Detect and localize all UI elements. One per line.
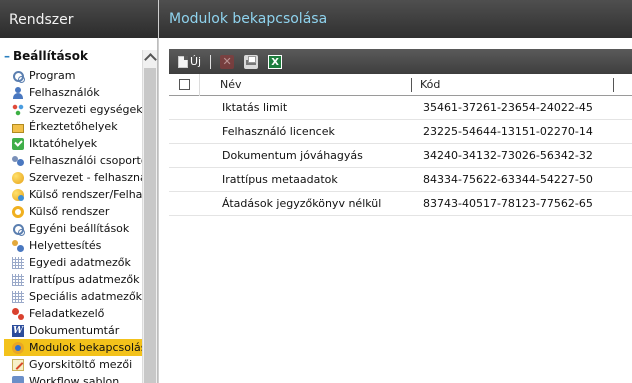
table-row[interactable]: Iktatás limit 35461-37261-23654-24022-45	[169, 96, 632, 120]
sidebar-item-org-units[interactable]: Szervezeti egységek	[12, 101, 142, 118]
sidebar-item-label: Felhasználók	[29, 86, 100, 99]
sidebar-item-external-system-user[interactable]: Külső rendszer/Felhasz	[12, 186, 142, 203]
row-code: 83743-40517-78123-77562-65	[423, 197, 593, 210]
row-name: Átadások jegyzőkönyv nélkül	[222, 197, 382, 210]
sidebar-item-label: Külső rendszer	[29, 205, 110, 218]
toolbar-separator	[210, 54, 212, 69]
sidebar: – Beállítások Program Felhasználók Szerve…	[0, 38, 158, 383]
inbox-icon	[12, 123, 24, 133]
row-code: 35461-37261-23654-24022-45	[423, 101, 593, 114]
sidebar-item-label: Program	[29, 69, 76, 82]
sidebar-section-settings[interactable]: – Beállítások	[4, 49, 88, 63]
page-title: Modulok bekapcsolása	[159, 0, 632, 38]
sidebar-item-label: Egyedi adatmezők	[29, 256, 131, 269]
toolbar: Új ✕ X	[169, 49, 632, 74]
print-icon[interactable]	[244, 54, 259, 69]
select-all-cell	[169, 73, 200, 96]
table-row[interactable]: Irattípus metaadatok 84334-75622-63344-54…	[169, 168, 632, 192]
sidebar-item-label: Szervezeti egységek	[29, 103, 142, 116]
table-body: Iktatás limit 35461-37261-23654-24022-45 …	[169, 96, 632, 216]
excel-export-icon[interactable]: X	[268, 54, 283, 69]
sidebar-item-program[interactable]: Program	[12, 67, 142, 84]
new-button-label: Új	[190, 55, 202, 68]
sidebar-item-personal-settings[interactable]: Egyéni beállítások	[12, 220, 142, 237]
sidebar-item-label: Iktatóhelyek	[29, 137, 98, 150]
sidebar-item-label: Helyettesítés	[29, 239, 102, 252]
table-row[interactable]: Átadások jegyzőkönyv nélkül 83743-40517-7…	[169, 192, 632, 216]
key-icon	[12, 341, 24, 354]
sidebar-item-label: Egyéni beállítások	[29, 222, 130, 235]
ring-icon	[12, 205, 24, 218]
grid-icon	[12, 273, 24, 286]
sidebar-item-label: Gyorskitöltő mezői	[29, 358, 133, 371]
table-header: Név Kód	[169, 73, 632, 96]
user-icon	[12, 86, 24, 99]
grid-icon	[12, 290, 24, 303]
word-icon: W	[12, 324, 24, 337]
sidebar-item-label: Feladatkezelő	[29, 307, 105, 320]
org-icon	[12, 103, 24, 116]
sidebar-item-task-manager[interactable]: Feladatkezelő	[12, 305, 142, 322]
sidebar-item-label: Workflow sablon	[29, 375, 120, 383]
new-button[interactable]: Új	[178, 55, 201, 68]
pencil-icon	[12, 358, 24, 371]
sidebar-item-substitution[interactable]: Helyettesítés	[12, 237, 142, 254]
sidebar-list: Program Felhasználók Szervezeti egységek…	[4, 67, 142, 383]
sidebar-item-label: Modulok bekapcsolása	[29, 341, 142, 354]
table-row[interactable]: Felhasználó licencek 23225-54644-13151-02…	[169, 120, 632, 144]
sidebar-item-label: Speciális adatmezők	[29, 290, 142, 303]
panel-divider	[158, 0, 159, 383]
sidebar-item-org-user[interactable]: Szervezet - felhasználó	[12, 169, 142, 186]
collapse-icon[interactable]: –	[4, 49, 10, 63]
sidebar-item-workflow-template[interactable]: Workflow sablon	[12, 373, 142, 383]
app-title: Rendszer	[0, 0, 158, 38]
column-header-code[interactable]: Kód	[412, 77, 614, 92]
column-header-name[interactable]: Név	[200, 77, 412, 92]
row-name: Iktatás limit	[222, 101, 288, 114]
globe-icon	[12, 171, 24, 184]
sidebar-item-external-system[interactable]: Külső rendszer	[12, 203, 142, 220]
gear-icon	[12, 70, 25, 83]
scroll-up-icon[interactable]	[143, 50, 158, 66]
sidebar-item-label: Felhasználói csoportok	[29, 154, 142, 167]
sidebar-item-doctype-fields[interactable]: Irattípus adatmezők	[12, 271, 142, 288]
globe-user-icon	[12, 188, 24, 201]
people-icon	[12, 239, 24, 252]
row-code: 23225-54644-13151-02270-14	[423, 125, 593, 138]
sidebar-section-label: Beállítások	[13, 49, 88, 63]
sidebar-item-label: Érkeztetőhelyek	[29, 120, 118, 133]
sidebar-item-label: Dokumentumtár	[29, 324, 120, 337]
sidebar-item-label: Szervezet - felhasználó	[29, 171, 142, 184]
sidebar-item-quickfill-fields[interactable]: Gyorskitöltő mezői	[12, 356, 142, 373]
row-code: 84334-75622-63344-54227-50	[423, 173, 593, 186]
sidebar-item-custom-fields[interactable]: Egyedi adatmezők	[12, 254, 142, 271]
check-icon	[12, 137, 24, 150]
sidebar-item-label: Irattípus adatmezők	[29, 273, 140, 286]
grid-icon	[12, 256, 24, 269]
sidebar-scrollbar[interactable]	[142, 50, 157, 383]
table-row[interactable]: Dokumentum jóváhagyás 34240-34132-73026-5…	[169, 144, 632, 168]
delete-icon[interactable]: ✕	[220, 54, 235, 69]
new-document-icon	[178, 55, 188, 68]
sidebar-item-users[interactable]: Felhasználók	[12, 84, 142, 101]
tasks-icon	[12, 307, 24, 320]
sidebar-item-module-activation[interactable]: Modulok bekapcsolása	[4, 339, 142, 356]
scrollbar-thumb[interactable]	[144, 68, 156, 383]
sidebar-item-filing-points[interactable]: Iktatóhelyek	[12, 135, 142, 152]
sidebar-item-document-store[interactable]: W Dokumentumtár	[12, 322, 142, 339]
gear-icon	[12, 223, 25, 236]
row-name: Irattípus metaadatok	[222, 173, 338, 186]
flow-icon	[12, 375, 24, 383]
group-icon	[12, 155, 24, 167]
sidebar-item-special-fields[interactable]: Speciális adatmezők	[12, 288, 142, 305]
app-window: Rendszer Modulok bekapcsolása – Beállítás…	[0, 0, 632, 383]
main-panel: Új ✕ X Név Kód Iktatás limit 35461-37261-…	[169, 49, 632, 383]
row-code: 34240-34132-73026-56342-32	[423, 149, 593, 162]
row-name: Dokumentum jóváhagyás	[222, 149, 363, 162]
row-name: Felhasználó licencek	[222, 125, 335, 138]
sidebar-item-label: Külső rendszer/Felhasz	[29, 188, 142, 201]
select-all-checkbox[interactable]	[178, 79, 190, 90]
sidebar-item-registration-points[interactable]: Érkeztetőhelyek	[12, 118, 142, 135]
sidebar-item-user-groups[interactable]: Felhasználói csoportok	[12, 152, 142, 169]
